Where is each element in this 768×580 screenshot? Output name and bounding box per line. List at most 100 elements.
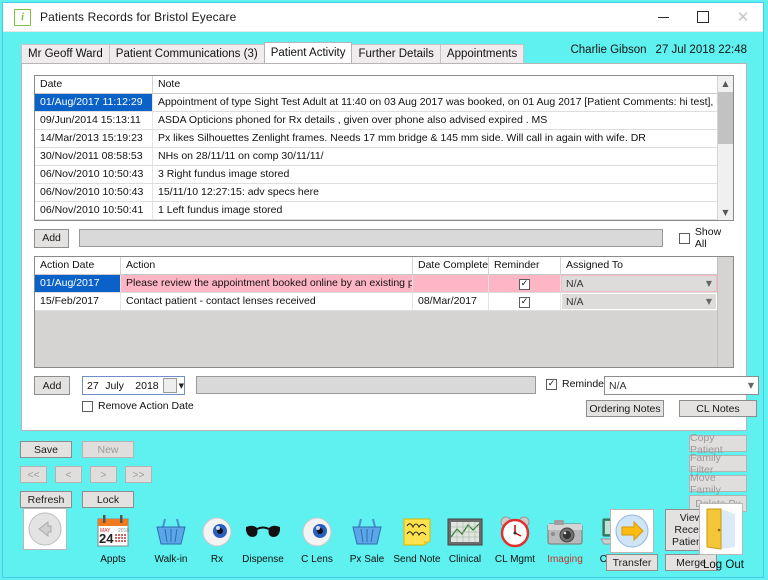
- alarm-clock-icon: [493, 512, 537, 552]
- tab-patient-name[interactable]: Mr Geoff Ward: [21, 44, 110, 63]
- clinical-label: Clinical: [448, 554, 482, 565]
- eyeball-icon: [295, 512, 339, 552]
- action-assigned-cell: N/A ▼: [561, 275, 718, 292]
- transfer-button[interactable]: Transfer: [606, 554, 658, 571]
- table-row[interactable]: 06/Nov/2010 10:50:43 3 Right fundus imag…: [35, 166, 733, 184]
- date-day[interactable]: 27: [83, 380, 105, 392]
- action-date-complete: [413, 275, 489, 292]
- assigned-to-dropdown[interactable]: N/A ▼: [562, 276, 716, 291]
- logout-label[interactable]: Log Out: [703, 559, 744, 571]
- action-grid-scrollbar[interactable]: [717, 257, 733, 367]
- tab-bar: Mr Geoff Ward Patient Communications (3)…: [21, 42, 525, 63]
- patient-activity-panel: Date Note 01/Aug/2017 11:12:29 Appointme…: [21, 63, 759, 431]
- c-lens-button[interactable]: C Lens: [289, 512, 345, 565]
- action-input[interactable]: [196, 376, 536, 394]
- add-action-button[interactable]: Add: [34, 376, 70, 395]
- maximize-icon[interactable]: [683, 3, 723, 31]
- notes-grid[interactable]: Date Note 01/Aug/2017 11:12:29 Appointme…: [34, 75, 734, 221]
- next-record-button[interactable]: >: [90, 466, 117, 483]
- window-title: Patients Records for Bristol Eyecare: [40, 10, 237, 24]
- c-lens-label: C Lens: [301, 554, 333, 565]
- note-input[interactable]: [79, 229, 664, 247]
- table-row[interactable]: 15/Feb/2017 Contact patient - contact le…: [35, 293, 733, 311]
- note-text: NHs on 28/11/11 on comp 30/11/11/: [153, 148, 718, 165]
- note-date: 06/Nov/2010 10:50:43: [35, 166, 153, 183]
- table-row[interactable]: 01/Aug/2017 Please review the appointmen…: [35, 275, 733, 293]
- first-record-button[interactable]: <<: [20, 466, 47, 483]
- chevron-down-icon: ▼: [705, 297, 712, 306]
- table-row[interactable]: 09/Jun/2014 15:13:11 ASDA Opticions phon…: [35, 112, 733, 130]
- px-sale-button[interactable]: Px Sale: [339, 512, 395, 565]
- scroll-down-icon[interactable]: ▼: [718, 205, 733, 220]
- assigned-to-dropdown[interactable]: N/A ▼: [562, 294, 716, 309]
- new-button[interactable]: New: [82, 441, 134, 458]
- table-row[interactable]: 01/Aug/2017 11:12:29 Appointment of type…: [35, 94, 733, 112]
- cl-mgmt-label: CL Mgmt: [494, 554, 536, 565]
- add-note-button[interactable]: Add: [34, 228, 70, 248]
- show-all-checkbox[interactable]: [679, 232, 690, 244]
- action-reminder-cell: ✓: [489, 293, 561, 310]
- refresh-button[interactable]: Refresh: [20, 491, 72, 508]
- table-row[interactable]: 14/Mar/2013 15:19:23 Px likes Silhouette…: [35, 130, 733, 148]
- blue-basket-icon: [149, 512, 193, 552]
- ordering-notes-button[interactable]: Ordering Notes: [586, 400, 664, 417]
- eyeball-icon: [195, 512, 239, 552]
- back-button[interactable]: [17, 508, 73, 552]
- action-date-picker[interactable]: 27 July 2018 ▼: [82, 376, 185, 395]
- tab-patient-communications[interactable]: Patient Communications (3): [108, 44, 265, 63]
- date-month[interactable]: July: [105, 380, 135, 392]
- lock-button[interactable]: Lock: [82, 491, 134, 508]
- reminder-checkbox[interactable]: ✓: [546, 378, 557, 390]
- clinical-button[interactable]: Clinical: [437, 512, 493, 565]
- notes-col-date: Date: [35, 76, 153, 93]
- minimize-icon[interactable]: [643, 3, 683, 31]
- tab-appointments[interactable]: Appointments: [439, 44, 525, 63]
- table-row[interactable]: 06/Nov/2010 10:50:43 15/11/10 12:27:15: …: [35, 184, 733, 202]
- scroll-up-icon[interactable]: ▲: [718, 76, 733, 91]
- cl-notes-button[interactable]: CL Notes: [679, 400, 757, 417]
- tab-further-details[interactable]: Further Details: [351, 44, 441, 63]
- title-bar: i Patients Records for Bristol Eyecare ✕: [3, 3, 763, 32]
- spectacles-icon: [241, 512, 285, 552]
- back-arrow-icon: [23, 508, 67, 550]
- last-record-button[interactable]: >>: [125, 466, 152, 483]
- appts-label: Appts: [100, 554, 126, 565]
- notes-grid-scrollbar[interactable]: ▲ ▼: [717, 76, 733, 220]
- table-row[interactable]: 06/Nov/2010 10:50:41 1 Left fundus image…: [35, 202, 733, 220]
- action-col-reminder: Reminder: [489, 257, 561, 274]
- assigned-to-dropdown[interactable]: N/A ▼: [604, 376, 759, 395]
- note-add-row: Add Show All: [34, 226, 734, 250]
- note-date: 02/Sep/2009 12:43:16: [35, 220, 153, 221]
- prev-record-button[interactable]: <: [55, 466, 82, 483]
- copy-patient-button[interactable]: Copy Patient: [689, 432, 747, 456]
- reminder-label: Reminder: [562, 378, 608, 390]
- tab-patient-activity[interactable]: Patient Activity: [263, 42, 353, 63]
- date-year[interactable]: 2018: [135, 380, 161, 392]
- action-date: 01/Aug/2017: [35, 275, 121, 292]
- calendar-icon[interactable]: [162, 378, 177, 393]
- action-col-action-date: Action Date: [35, 257, 121, 274]
- assigned-to-value: N/A: [566, 277, 584, 290]
- yellow-arrow-right-icon[interactable]: [610, 509, 654, 553]
- action-grid[interactable]: Action Date Action Date Complete Reminde…: [34, 256, 734, 368]
- imaging-button[interactable]: Imaging: [537, 512, 593, 565]
- scrollbar-thumb[interactable]: [718, 92, 733, 144]
- show-all-label: Show All: [694, 226, 722, 250]
- save-button[interactable]: Save: [20, 441, 72, 458]
- dispense-label: Dispense: [242, 554, 284, 565]
- chevron-down-icon[interactable]: ▼: [177, 382, 184, 390]
- reminder-checkbox[interactable]: ✓: [519, 297, 530, 308]
- family-filter-button[interactable]: Family Filter: [689, 452, 747, 476]
- open-door-icon[interactable]: [699, 503, 743, 555]
- dispense-button[interactable]: Dispense: [235, 512, 291, 565]
- remove-action-date-checkbox[interactable]: [82, 400, 93, 412]
- table-row[interactable]: 02/Sep/2009 12:43:16 6 Diabetic report p…: [35, 220, 733, 221]
- note-text: 3 Right fundus image stored: [153, 166, 718, 183]
- note-date: 06/Nov/2010 10:50:43: [35, 184, 153, 201]
- table-row[interactable]: 30/Nov/2011 08:58:53 NHs on 28/11/11 on …: [35, 148, 733, 166]
- move-family-button[interactable]: Move Family: [689, 472, 747, 496]
- appts-button[interactable]: MAY 2018 24 Appts: [85, 512, 141, 565]
- close-icon[interactable]: ✕: [723, 3, 763, 31]
- reminder-checkbox[interactable]: ✓: [519, 279, 530, 290]
- cl-mgmt-button[interactable]: CL Mgmt: [487, 512, 543, 565]
